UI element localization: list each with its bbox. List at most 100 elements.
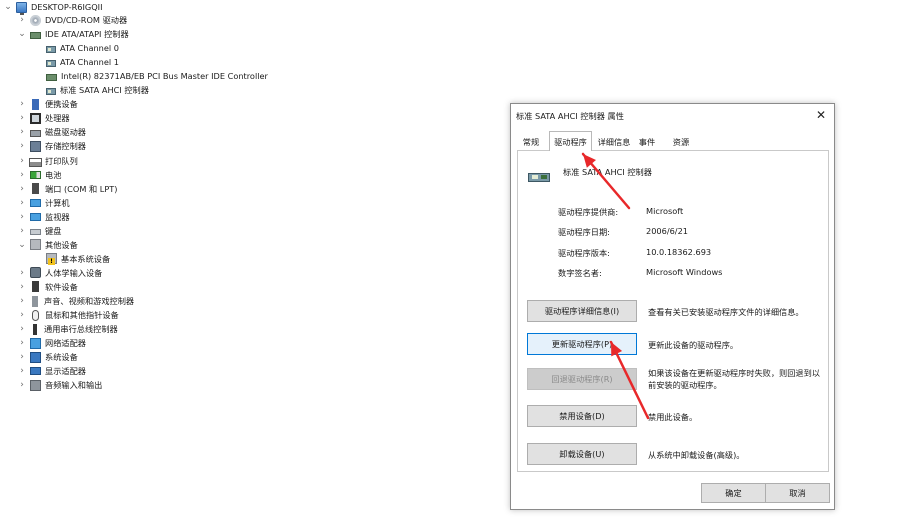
tree-category-item[interactable]: › 通用串行总线控制器 xyxy=(17,322,118,336)
tree-category-item[interactable]: › 处理器 xyxy=(17,111,70,125)
tree-category-item[interactable]: › 系统设备 xyxy=(17,350,78,364)
tree-root-label: DESKTOP-R6IGQII xyxy=(31,2,103,12)
chevron-right-icon[interactable]: › xyxy=(17,296,27,306)
chevron-right-icon[interactable]: › xyxy=(17,226,27,236)
chevron-right-icon[interactable]: › xyxy=(17,310,27,320)
tree-category-item[interactable]: › 人体学输入设备 xyxy=(17,266,102,280)
chevron-right-icon[interactable]: › xyxy=(17,352,27,362)
rollback-driver-button[interactable]: 回退驱动程序(R) xyxy=(527,368,637,390)
ok-button[interactable]: 确定 xyxy=(701,483,766,503)
tab-details[interactable]: 详细信息 xyxy=(594,133,634,150)
chevron-right-icon[interactable]: › xyxy=(17,338,27,348)
tree-root[interactable]: ⌄ DESKTOP-R6IGQII xyxy=(3,0,103,15)
tree-category-item[interactable]: › 计算机 xyxy=(17,196,69,210)
tree-item-label: 标准 SATA AHCI 控制器 xyxy=(60,85,149,96)
sound-icon xyxy=(32,295,38,307)
disable-device-description: 禁用此设备。 xyxy=(648,412,698,422)
port-icon xyxy=(32,183,39,195)
chevron-right-icon[interactable]: › xyxy=(17,15,27,25)
keyboard-icon xyxy=(30,229,41,236)
tree-item-label: 音频输入和输出 xyxy=(45,380,103,391)
tree-category-item[interactable]: › 存储控制器 xyxy=(17,139,86,153)
chevron-down-icon[interactable]: ⌄ xyxy=(3,2,13,12)
chevron-right-icon[interactable]: › xyxy=(17,184,27,194)
chevron-right-icon[interactable]: › xyxy=(17,212,27,222)
cancel-button[interactable]: 取消 xyxy=(765,483,830,503)
ata-channel-icon xyxy=(46,59,56,67)
ide-controller-icon xyxy=(30,31,41,39)
tree-category-item[interactable]: › DVD/CD-ROM 驱动器 xyxy=(17,13,127,27)
chevron-down-icon[interactable]: ⌄ xyxy=(17,240,27,250)
tree-item-label: 鼠标和其他指针设备 xyxy=(45,310,119,321)
disable-device-button[interactable]: 禁用设备(D) xyxy=(527,405,637,427)
tree-category-item[interactable]: › 电池 xyxy=(17,168,61,182)
chevron-right-icon[interactable]: › xyxy=(17,380,27,390)
portable-device-icon xyxy=(32,98,39,110)
tree-category-item[interactable]: › 端口 (COM 和 LPT) xyxy=(17,182,117,196)
tree-item-label: 磁盘驱动器 xyxy=(45,127,86,138)
tree-child-item[interactable]: Intel(R) 82371AB/EB PCI Bus Master IDE C… xyxy=(33,69,268,83)
chevron-right-icon[interactable]: › xyxy=(17,127,27,137)
tree-item-label: 打印队列 xyxy=(45,155,78,166)
tree-child-item[interactable]: ATA Channel 1 xyxy=(33,55,119,69)
software-device-icon xyxy=(32,281,39,293)
chevron-right-icon[interactable]: › xyxy=(17,113,27,123)
provider-value: Microsoft xyxy=(646,206,684,216)
chevron-right-icon[interactable]: › xyxy=(17,141,27,151)
tree-category-item[interactable]: › 键盘 xyxy=(17,224,61,238)
dvd-drive-icon xyxy=(30,14,41,26)
tree-item-label: 软件设备 xyxy=(45,281,78,292)
chevron-right-icon[interactable]: › xyxy=(17,99,27,109)
system-device-icon xyxy=(30,351,41,363)
chevron-right-icon[interactable]: › xyxy=(17,268,27,278)
driver-details-button[interactable]: 驱动程序详细信息(I) xyxy=(527,300,637,322)
rollback-driver-description: 如果该设备在更新驱动程序时失败，则回退到以前安装的驱动程序。 xyxy=(648,368,820,390)
tree-category-item[interactable]: › 鼠标和其他指针设备 xyxy=(17,308,119,322)
chevron-right-icon[interactable]: › xyxy=(17,198,27,208)
tree-item-label: 其他设备 xyxy=(45,239,78,250)
tree-category-item[interactable]: › 软件设备 xyxy=(17,280,78,294)
tree-item-label: ATA Channel 1 xyxy=(60,57,119,68)
uninstall-device-button[interactable]: 卸载设备(U) xyxy=(527,443,637,465)
tree-category-item[interactable]: › 磁盘驱动器 xyxy=(17,125,86,139)
version-value: 10.0.18362.693 xyxy=(646,247,712,257)
tree-item-label: 存储控制器 xyxy=(45,141,86,152)
chevron-right-icon[interactable]: › xyxy=(17,156,27,166)
hid-icon xyxy=(30,267,41,279)
tab-driver[interactable]: 驱动程序 xyxy=(549,131,592,151)
tree-category-item[interactable]: › 便携设备 xyxy=(17,97,78,111)
tree-item-label: 系统设备 xyxy=(45,352,78,363)
chevron-down-icon[interactable]: ⌄ xyxy=(17,29,27,39)
signer-value: Microsoft Windows xyxy=(646,267,723,277)
tree-category-item[interactable]: › 打印队列 xyxy=(17,154,78,168)
tree-category-item[interactable]: › 显示适配器 xyxy=(17,364,86,378)
mouse-icon xyxy=(32,309,39,321)
tree-item-label: 通用串行总线控制器 xyxy=(44,324,118,335)
chevron-right-icon[interactable]: › xyxy=(17,366,27,376)
tab-general[interactable]: 常规 xyxy=(517,133,545,150)
tree-category-item[interactable]: ⌄ 其他设备 xyxy=(17,238,78,252)
uninstall-device-description: 从系统中卸载设备(高级)。 xyxy=(648,450,745,460)
update-driver-button[interactable]: 更新驱动程序(P) xyxy=(527,333,637,355)
tree-child-item[interactable]: 标准 SATA AHCI 控制器 xyxy=(33,83,149,97)
date-value: 2006/6/21 xyxy=(646,226,688,236)
ide-controller-icon xyxy=(46,73,57,81)
chevron-right-icon[interactable]: › xyxy=(17,282,27,292)
close-icon[interactable]: ✕ xyxy=(808,104,834,125)
tree-item-label: 基本系统设备 xyxy=(61,253,111,264)
chevron-right-icon[interactable]: › xyxy=(17,324,27,334)
sata-controller-icon xyxy=(528,170,550,184)
tree-category-item[interactable]: › 监视器 xyxy=(17,210,69,224)
version-label: 驱动程序版本: xyxy=(558,248,610,258)
chevron-right-icon[interactable]: › xyxy=(17,170,27,180)
tree-child-item[interactable]: ATA Channel 0 xyxy=(33,41,119,55)
tree-category-item[interactable]: ⌄ IDE ATA/ATAPI 控制器 xyxy=(17,27,128,41)
tree-category-item[interactable]: › 网络适配器 xyxy=(17,336,86,350)
usb-icon xyxy=(33,323,37,335)
tree-category-item[interactable]: › 声音、视频和游戏控制器 xyxy=(17,294,134,308)
device-name: 标准 SATA AHCI 控制器 xyxy=(563,167,652,177)
tree-child-item[interactable]: 基本系统设备 xyxy=(33,252,110,266)
tree-category-item[interactable]: › 音频输入和输出 xyxy=(17,378,102,392)
tab-resources[interactable]: 资源 xyxy=(666,133,696,150)
tab-events[interactable]: 事件 xyxy=(635,133,659,150)
